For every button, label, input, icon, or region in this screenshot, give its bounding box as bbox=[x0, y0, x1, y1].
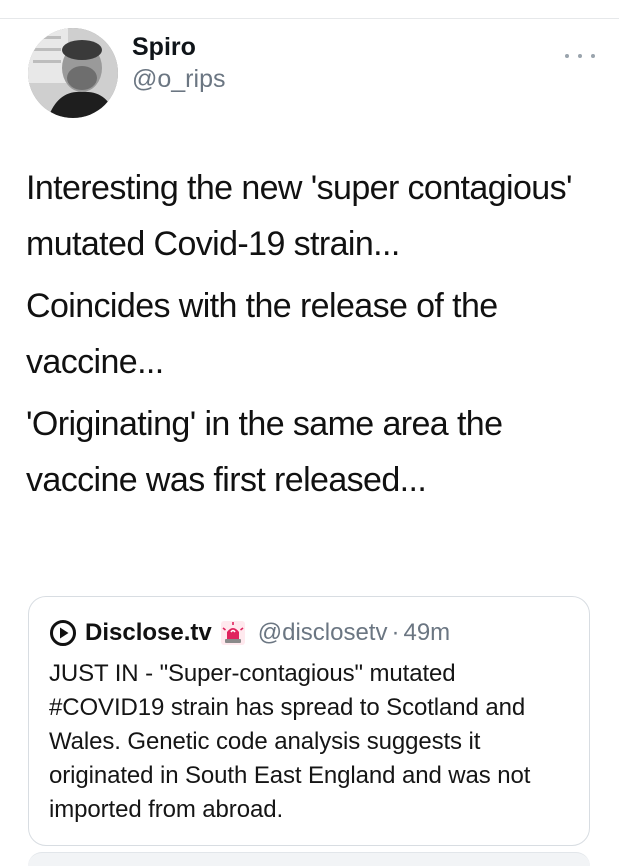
quoted-timestamp[interactable]: 49m bbox=[403, 619, 450, 647]
tweet-body: Interesting the new 'super contagious' m… bbox=[26, 160, 596, 514]
play-circle-icon bbox=[50, 620, 76, 646]
author-handle[interactable]: @o_rips bbox=[132, 63, 225, 95]
tweet-paragraph-3: 'Originating' in the same area the vacci… bbox=[26, 405, 503, 499]
quoted-tweet-card[interactable]: Disclose.tv @disclosetv · 49m JUST IN - … bbox=[28, 596, 590, 846]
quoted-tweet-header: Disclose.tv @disclosetv · 49m bbox=[49, 615, 569, 651]
more-dot bbox=[565, 54, 569, 58]
tweet-paragraph-1: Interesting the new 'super contagious' m… bbox=[26, 169, 572, 263]
quoted-separator: · bbox=[391, 619, 400, 646]
police-siren-icon bbox=[220, 621, 245, 645]
next-card-edge bbox=[28, 852, 590, 866]
top-divider bbox=[0, 18, 619, 19]
more-dot bbox=[578, 54, 582, 58]
tweet-header: Spiro @o_rips bbox=[28, 28, 225, 118]
author-names: Spiro @o_rips bbox=[132, 31, 225, 95]
quoted-handle[interactable]: @disclosetv bbox=[258, 619, 388, 647]
quoted-display-name[interactable]: Disclose.tv bbox=[85, 619, 212, 647]
more-dot bbox=[591, 54, 595, 58]
author-display-name[interactable]: Spiro bbox=[132, 31, 225, 63]
tweet-screen: Spiro @o_rips Interesting the new 'super… bbox=[0, 0, 619, 866]
quoted-tweet-text: JUST IN - "Super-contagious" mutated #CO… bbox=[49, 660, 531, 823]
more-options-icon[interactable] bbox=[565, 50, 595, 62]
avatar[interactable] bbox=[28, 28, 118, 118]
tweet-paragraph-2: Coincides with the release of the vaccin… bbox=[26, 287, 498, 381]
